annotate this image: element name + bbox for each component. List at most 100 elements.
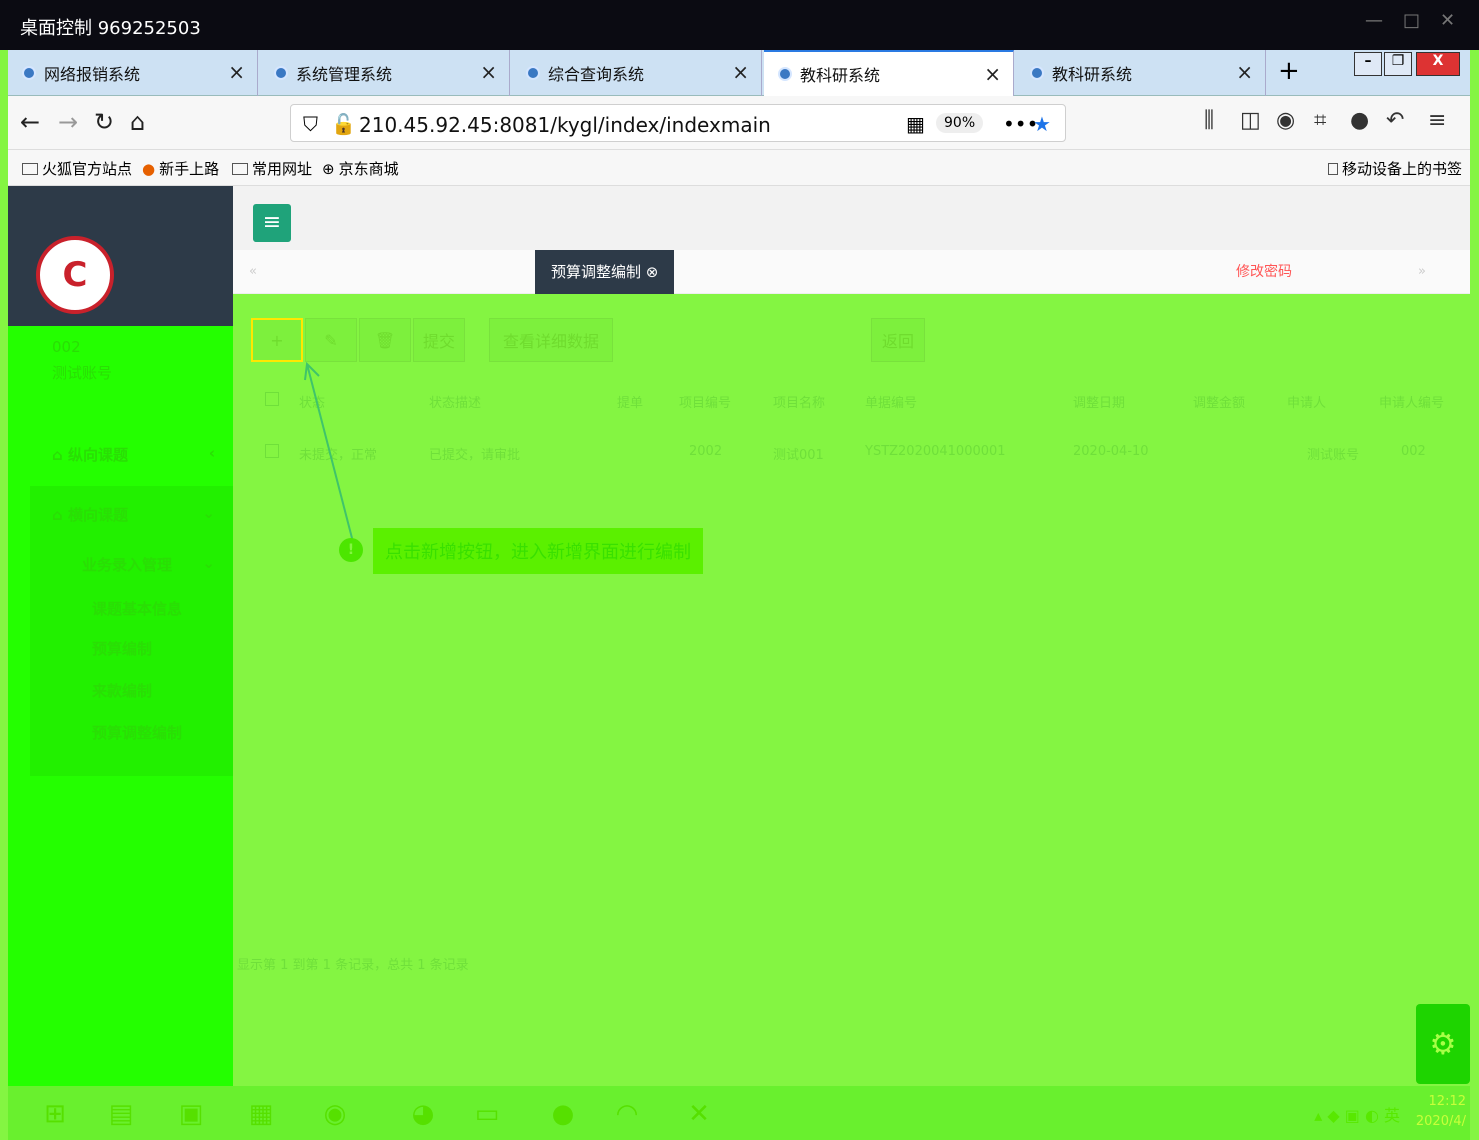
qr-code-icon[interactable]: ▦ — [906, 112, 925, 136]
chevron-left-icon: ‹ — [208, 444, 215, 462]
app-icon[interactable]: ✕ — [672, 1092, 726, 1136]
reload-icon[interactable]: ↻ — [94, 108, 114, 136]
menu-budget-compile[interactable]: 预算编制 — [8, 638, 233, 659]
file-explorer-icon[interactable]: ▤ — [94, 1092, 148, 1136]
browser-restore-button[interactable]: ❐ — [1384, 52, 1412, 76]
view-detail-button[interactable]: 查看详细数据 — [489, 318, 613, 362]
back-button[interactable]: 返回 — [871, 318, 925, 362]
home-icon[interactable]: ⌂ — [130, 108, 145, 136]
address-bar[interactable]: ⛉ 🔓 210.45.92.45:8081/kygl/index/indexma… — [290, 104, 1066, 142]
add-button[interactable]: + — [251, 318, 303, 362]
sidebar-toggle-icon[interactable]: ◫ — [1240, 108, 1261, 133]
library-icon[interactable]: ⫼ — [1204, 108, 1214, 133]
table-cell: 2002 — [689, 444, 723, 459]
browser-tab-research-active[interactable]: 教科研系统 × — [764, 50, 1014, 96]
remote-desktop-titlebar: 桌面控制 969252503 — □ ✕ — [0, 0, 1479, 50]
tab-close-icon[interactable]: ⊗ — [646, 263, 659, 281]
bookmark-common-sites[interactable]: 常用网址 — [232, 158, 312, 179]
new-tab-button[interactable]: + — [1278, 56, 1300, 86]
tab-close-icon[interactable]: × — [1236, 60, 1253, 84]
column-header[interactable]: 提单 — [617, 392, 643, 411]
bookmark-star-icon[interactable]: ★ — [1033, 112, 1051, 136]
browser-close-button[interactable]: X — [1416, 52, 1460, 76]
firefox-taskbar-icon[interactable]: ● — [536, 1092, 590, 1136]
browser-tab-expense[interactable]: 网络报销系统 × — [8, 50, 258, 96]
bookmark-getting-started[interactable]: ● 新手上路 — [142, 158, 219, 179]
menu-business-entry[interactable]: 业务录入管理 ⌄ — [8, 554, 233, 575]
column-header[interactable]: 单据编号 — [865, 392, 917, 411]
table-cell: 测试账号 — [1307, 448, 1360, 463]
tab-close-icon[interactable]: × — [480, 60, 497, 84]
menu-project-basic-info[interactable]: 课题基本信息 — [8, 598, 233, 619]
column-header[interactable]: 申请人编号 — [1379, 392, 1444, 411]
menu-budget-adjust[interactable]: 预算调整编制 — [8, 722, 233, 743]
settings-gear-button[interactable]: ⚙ — [1416, 1004, 1470, 1084]
insecure-lock-icon[interactable]: 🔓 — [331, 112, 356, 136]
app-icon[interactable]: ◕ — [396, 1092, 450, 1136]
edit-button[interactable]: ✎ — [305, 318, 357, 362]
maximize-icon[interactable]: □ — [1403, 10, 1420, 31]
menu-vertical-projects[interactable]: ⌂ 纵向课题 ‹ — [8, 444, 233, 465]
browser-tab-sysadmin[interactable]: 系统管理系统 × — [260, 50, 510, 96]
menu-update-icon[interactable]: ≡ — [1428, 108, 1446, 133]
browser-taskbar-icon[interactable]: ◉ — [308, 1092, 362, 1136]
zoom-level[interactable]: 90% — [936, 113, 984, 133]
undo-icon[interactable]: ↶ — [1386, 108, 1404, 133]
minimize-icon[interactable]: — — [1365, 10, 1383, 31]
tab-close-icon[interactable]: × — [732, 60, 749, 84]
forward-icon[interactable]: → — [58, 108, 78, 136]
navigation-toolbar: ← → ↻ ⌂ ⛉ 🔓 210.45.92.45:8081/kygl/index… — [8, 96, 1470, 150]
page-tab-bar: « 预算调整编制 ⊗ 修改密码 » — [233, 250, 1470, 294]
column-header[interactable]: 调整日期 — [1073, 392, 1125, 411]
chevron-down-icon: ⌄ — [202, 554, 215, 572]
back-icon[interactable]: ← — [20, 108, 40, 136]
url-text[interactable]: 210.45.92.45:8081/kygl/index/indexmain — [359, 113, 771, 137]
column-header[interactable]: 项目编号 — [679, 392, 731, 411]
bookmark-mobile[interactable]: 移动设备上的书签 — [1328, 158, 1462, 179]
app-icon[interactable]: ◠ — [600, 1092, 654, 1136]
browser-tab-label: 教科研系统 — [800, 66, 881, 85]
menu-horizontal-projects[interactable]: ⌂ 横向课题 ⌄ — [8, 504, 233, 525]
firefox-icon: ● — [142, 159, 156, 178]
browser-tab-research[interactable]: 教科研系统 × — [1016, 50, 1266, 96]
submit-button[interactable]: 提交 — [413, 318, 465, 362]
row-checkbox[interactable] — [265, 444, 279, 458]
browser-minimize-button[interactable]: – — [1354, 52, 1382, 76]
folder-icon — [1328, 162, 1338, 175]
column-header[interactable]: 申请人 — [1287, 392, 1326, 411]
select-all-checkbox[interactable] — [265, 392, 279, 406]
globe-icon: ⊕ — [322, 159, 335, 178]
menu-income-compile[interactable]: 来款编制 — [8, 680, 233, 701]
globe-icon — [274, 66, 288, 80]
bookmark-firefox-site[interactable]: 火狐官方站点 — [22, 158, 132, 179]
tab-close-icon[interactable]: × — [228, 60, 245, 84]
hamburger-menu-button[interactable]: ≡ — [253, 204, 291, 242]
column-header[interactable]: 项目名称 — [773, 392, 825, 411]
globe-icon — [526, 66, 540, 80]
tab-close-icon[interactable]: × — [984, 62, 1001, 86]
change-password-link[interactable]: 修改密码 — [1236, 250, 1292, 294]
browser-tab-query[interactable]: 综合查询系统 × — [512, 50, 762, 96]
taskbar-clock[interactable]: 12:12 2020/4/ — [1416, 1092, 1466, 1132]
chat-icon[interactable]: ● — [1350, 108, 1369, 133]
browser-tab-strip: 网络报销系统 × 系统管理系统 × 综合查询系统 × 教科研系统 × 教科研系统… — [8, 50, 1470, 96]
tab-scroll-left-icon[interactable]: « — [249, 250, 257, 294]
guide-tooltip: 点击新增按钮，进入新增界面进行编制 — [373, 528, 703, 574]
start-icon[interactable]: ⊞ — [28, 1092, 82, 1136]
column-header[interactable]: 状态描述 — [429, 392, 481, 411]
bookmark-jd-mall[interactable]: ⊕ 京东商城 — [322, 158, 399, 179]
app-icon[interactable]: ▦ — [234, 1092, 288, 1136]
app-icon[interactable]: ▣ — [164, 1092, 218, 1136]
system-tray[interactable]: ▴ ◆ ▣ ◐ 英 — [1314, 1102, 1400, 1126]
column-header[interactable]: 调整金额 — [1193, 392, 1245, 411]
tab-budget-adjust[interactable]: 预算调整编制 ⊗ — [535, 250, 675, 294]
tab-scroll-right-icon[interactable]: » — [1418, 250, 1426, 294]
delete-button[interactable]: 🗑 — [359, 318, 411, 362]
browser-tab-label: 教科研系统 — [1052, 65, 1133, 84]
shield-icon[interactable]: ⛉ — [303, 112, 318, 136]
remote-desktop-title: 桌面控制 969252503 — [20, 18, 201, 39]
account-icon[interactable]: ◉ — [1276, 108, 1295, 133]
screenshot-crop-icon[interactable]: ⌗ — [1314, 108, 1326, 133]
close-icon[interactable]: ✕ — [1440, 10, 1455, 31]
app-icon[interactable]: ▭ — [460, 1092, 514, 1136]
